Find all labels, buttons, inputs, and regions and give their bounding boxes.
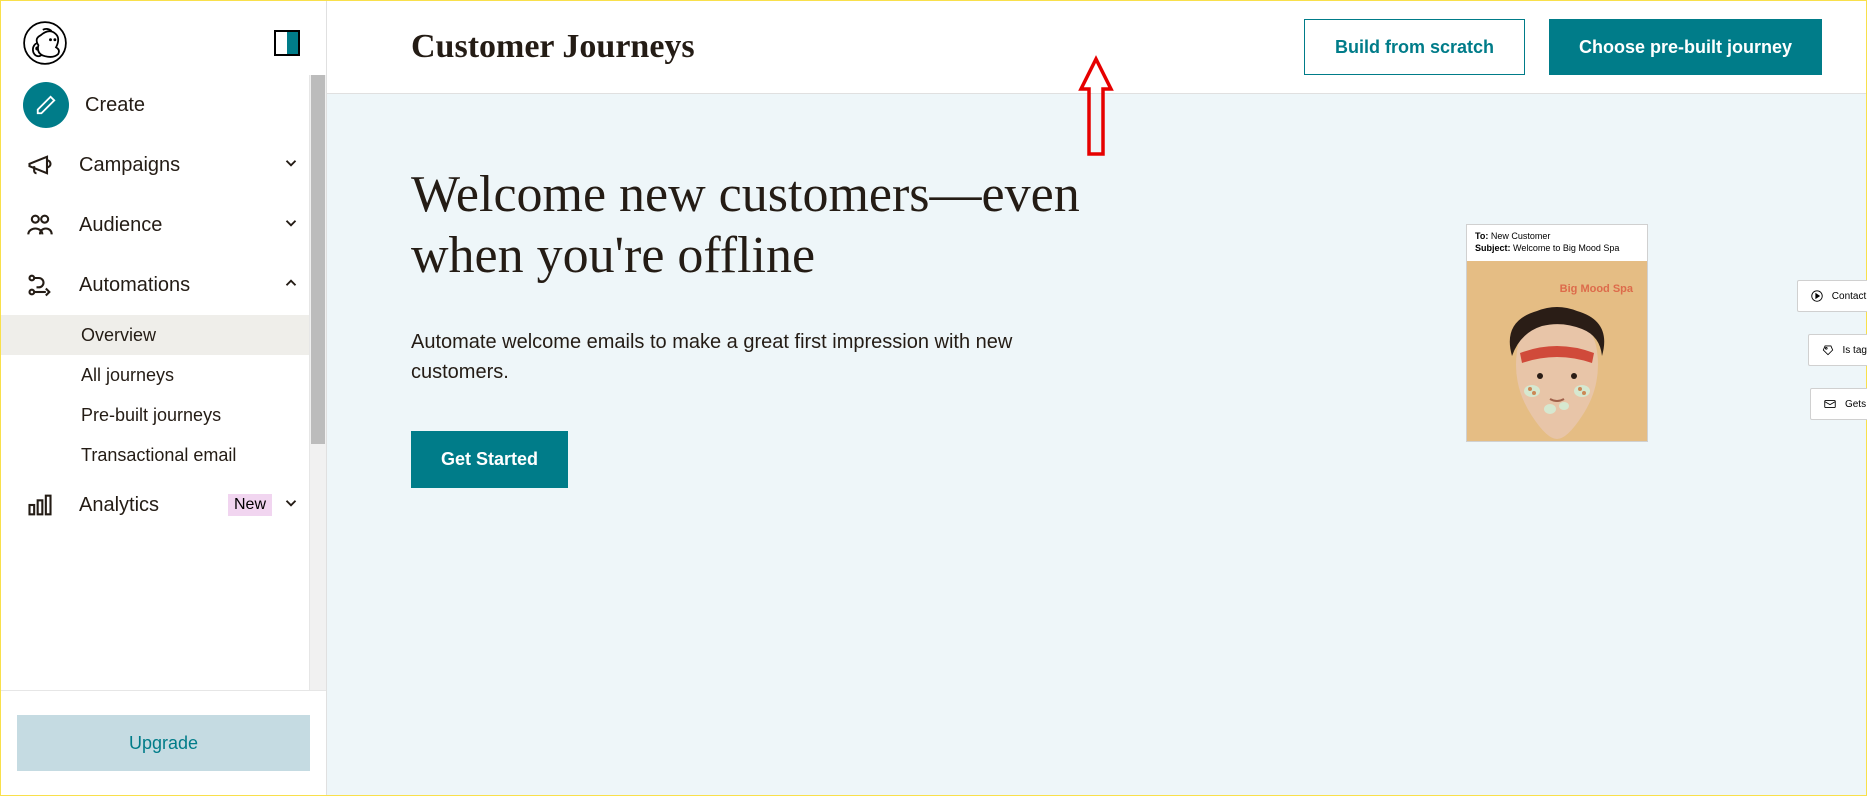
build-from-scratch-button[interactable]: Build from scratch [1304,19,1525,75]
chevron-down-icon [282,214,302,237]
collapse-sidebar-button[interactable] [274,30,300,56]
sidebar-nav: Create Campaigns Audience [1,75,326,690]
hero-section: Welcome new customers—even when you're o… [327,94,1866,795]
email-preview-card: To: New Customer Subject: Welcome to Big… [1466,224,1648,442]
nav-label: Analytics [79,494,228,517]
journey-step-1: Contact signs up to your audience [1797,280,1867,312]
hero-illustration: To: New Customer Subject: Welcome to Big… [1466,224,1822,442]
sidebar-subitem-all-journeys[interactable]: All journeys [1,355,326,395]
upgrade-button[interactable]: Upgrade [17,715,310,771]
face-illustration [1492,301,1622,441]
email-header: To: New Customer Subject: Welcome to Big… [1467,225,1647,261]
chevron-down-icon [282,494,302,517]
page-title: Customer Journeys [411,28,1280,66]
topbar: Customer Journeys Build from scratch Cho… [327,1,1866,94]
sidebar-bottom: Upgrade [1,690,326,795]
nav-label: Audience [79,214,282,237]
hero-text: Welcome new customers—even when you're o… [411,164,1111,745]
sidebar-item-create[interactable]: Create [1,75,326,135]
analytics-icon [23,488,57,522]
get-started-button[interactable]: Get Started [411,431,568,488]
journey-step-3: Gets welcome email [1810,388,1867,420]
mailchimp-logo[interactable] [23,21,67,65]
choose-pre-built-journey-button[interactable]: Choose pre-built journey [1549,19,1822,75]
sidebar-item-automations[interactable]: Automations [1,255,326,315]
nav-label: Automations [79,274,282,297]
sidebar-subitem-overview[interactable]: Overview [1,315,326,355]
sidebar-subitem-transactional-email[interactable]: Transactional email [1,435,326,475]
sidebar-top [1,1,326,75]
sidebar: Create Campaigns Audience [1,1,327,795]
brand-name: Big Mood Spa [1560,283,1633,295]
sidebar-subitem-pre-built-journeys[interactable]: Pre-built journeys [1,395,326,435]
pencil-icon [23,82,69,128]
main-content: Customer Journeys Build from scratch Cho… [327,1,1866,795]
scrollbar-thumb[interactable] [311,75,325,444]
nav-label: Campaigns [79,154,282,177]
hero-title: Welcome new customers—even when you're o… [411,164,1111,287]
chevron-down-icon [282,154,302,177]
journey-step-2: Is tagged as "New Customer" [1808,334,1867,366]
scrollbar[interactable] [309,75,326,690]
chevron-up-icon [282,274,302,297]
hero-subtitle: Automate welcome emails to make a great … [411,327,1061,387]
people-icon [23,208,57,242]
sidebar-item-audience[interactable]: Audience [1,195,326,255]
sidebar-item-analytics[interactable]: Analytics New [1,475,326,535]
nav-label: Create [85,94,302,117]
new-badge: New [228,494,272,516]
sidebar-item-campaigns[interactable]: Campaigns [1,135,326,195]
email-body: Big Mood Spa [1467,261,1647,441]
automations-icon [23,268,57,302]
megaphone-icon [23,148,57,182]
